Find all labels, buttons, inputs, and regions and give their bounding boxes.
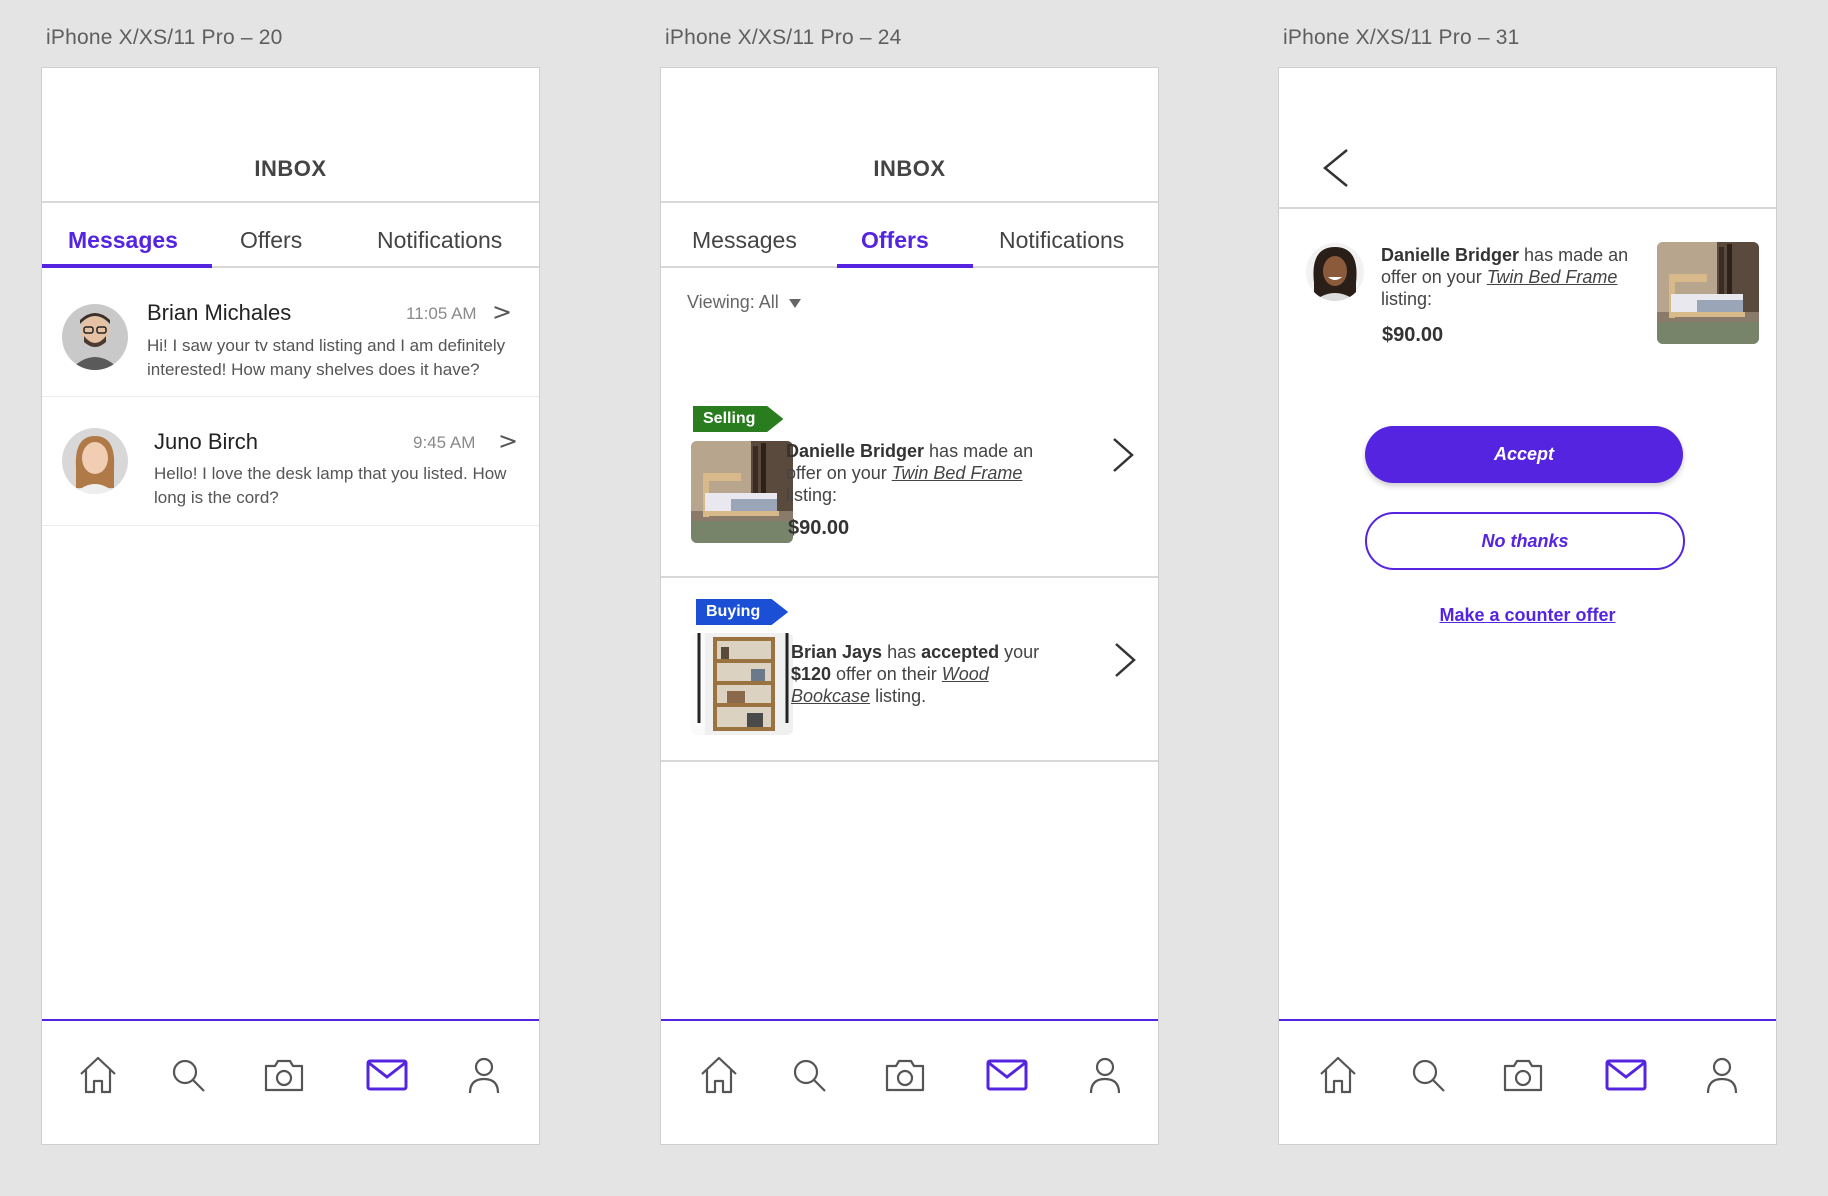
offer-user: Danielle Bridger [786, 441, 925, 461]
offer-text: listing: [1381, 289, 1433, 309]
viewing-filter-label: Viewing: All [687, 292, 779, 312]
buying-tag: Buying [696, 599, 789, 625]
listing-thumbnail [691, 633, 793, 735]
tab-notifications[interactable]: Notifications [999, 227, 1124, 254]
chevron-right-icon [1113, 438, 1134, 472]
tab-notifications[interactable]: Notifications [377, 227, 502, 254]
accept-button[interactable]: Accept [1365, 426, 1683, 483]
inbox-header: INBOX [661, 68, 1158, 203]
search-icon[interactable] [166, 1053, 210, 1097]
listing-link[interactable]: Twin Bed Frame [1487, 267, 1618, 287]
inbox-messages-screen: INBOX Messages Offers Notifications Bria… [41, 67, 540, 1145]
artboard-label: iPhone X/XS/11 Pro – 31 [1283, 26, 1520, 49]
offer-text: listing: [786, 485, 838, 505]
listing-thumbnail [1657, 242, 1759, 344]
search-icon[interactable] [1406, 1053, 1450, 1097]
artboard-label: iPhone X/XS/11 Pro – 24 [665, 26, 902, 49]
decline-button[interactable]: No thanks [1365, 512, 1685, 570]
message-time: 9:45 AM [413, 433, 476, 452]
search-icon[interactable] [787, 1053, 831, 1097]
counter-offer-link[interactable]: Make a counter offer [1279, 605, 1776, 626]
tab-messages[interactable]: Messages [692, 227, 797, 254]
listing-thumbnail [691, 441, 793, 543]
message-preview: Hello! I love the desk lamp that you lis… [154, 464, 507, 507]
profile-icon[interactable] [462, 1053, 506, 1097]
caret-down-icon [788, 298, 801, 308]
detail-header [1279, 68, 1776, 209]
offer-amount: $120 [791, 664, 832, 684]
offer-text: listing. [870, 686, 927, 706]
inbox-tabs: Messages Offers Notifications [42, 203, 539, 268]
back-arrow-icon[interactable] [1317, 146, 1357, 190]
chevron-right-icon [1115, 643, 1136, 677]
bottom-nav [661, 1019, 1158, 1144]
camera-icon[interactable] [1501, 1053, 1545, 1097]
offer-description: Danielle Bridger has made an offer on yo… [1381, 244, 1631, 310]
message-sender: Brian Michales [147, 300, 292, 325]
mail-icon[interactable] [1604, 1053, 1648, 1097]
offer-user: Danielle Bridger [1381, 245, 1520, 265]
artboard-label: iPhone X/XS/11 Pro – 20 [46, 26, 283, 49]
offer-item[interactable]: Selling Danielle Bridger has made an off… [661, 338, 1158, 578]
message-row[interactable]: Brian Michales 11:05 AM > Hi! I saw your… [42, 268, 539, 397]
offer-item[interactable]: Buying Brian Jays has accepted your $120… [661, 578, 1158, 762]
offer-text: your [999, 642, 1040, 662]
active-tab-indicator [837, 264, 973, 268]
chevron-right-icon: > [498, 427, 519, 455]
avatar [62, 304, 128, 370]
offer-price: $90.00 [1382, 324, 1444, 346]
avatar [62, 428, 128, 494]
tab-offers[interactable]: Offers [240, 227, 302, 254]
home-icon[interactable] [1316, 1053, 1360, 1097]
camera-icon[interactable] [262, 1053, 306, 1097]
message-preview: Hi! I saw your tv stand listing and I am… [147, 336, 506, 379]
offer-description: Brian Jays has accepted your $120 offer … [791, 641, 1061, 707]
page-title: INBOX [873, 156, 946, 181]
offer-text: has [882, 642, 922, 662]
offer-text: offer on their [831, 664, 942, 684]
offer-price: $90.00 [788, 517, 850, 539]
avatar [1306, 243, 1364, 301]
home-icon[interactable] [697, 1053, 741, 1097]
tab-offers[interactable]: Offers [861, 227, 929, 254]
camera-icon[interactable] [883, 1053, 927, 1097]
offer-user: Brian Jays [791, 642, 883, 662]
bottom-nav [1279, 1019, 1776, 1144]
profile-icon[interactable] [1083, 1053, 1127, 1097]
offer-description: Danielle Bridger has made an offer on yo… [786, 440, 1056, 506]
bottom-nav [42, 1019, 539, 1144]
message-time: 11:05 AM [406, 304, 477, 323]
offer-detail-screen: Danielle Bridger has made an offer on yo… [1278, 67, 1777, 1145]
mail-icon[interactable] [985, 1053, 1029, 1097]
chevron-right-icon: > [492, 298, 513, 326]
tab-messages[interactable]: Messages [68, 227, 178, 254]
home-icon[interactable] [76, 1053, 120, 1097]
inbox-header: INBOX [42, 68, 539, 203]
selling-tag: Selling [693, 406, 784, 432]
mail-icon[interactable] [365, 1053, 409, 1097]
listing-link[interactable]: Twin Bed Frame [892, 463, 1023, 483]
offer-status: accepted [921, 642, 1000, 662]
message-row[interactable]: Juno Birch 9:45 AM > Hello! I love the d… [42, 397, 539, 526]
inbox-offers-screen: INBOX Messages Offers Notifications View… [660, 67, 1159, 1145]
viewing-filter[interactable]: Viewing: All [687, 292, 801, 313]
page-title: INBOX [254, 156, 327, 181]
inbox-tabs: Messages Offers Notifications [661, 203, 1158, 268]
message-sender: Juno Birch [154, 429, 258, 454]
profile-icon[interactable] [1700, 1053, 1744, 1097]
